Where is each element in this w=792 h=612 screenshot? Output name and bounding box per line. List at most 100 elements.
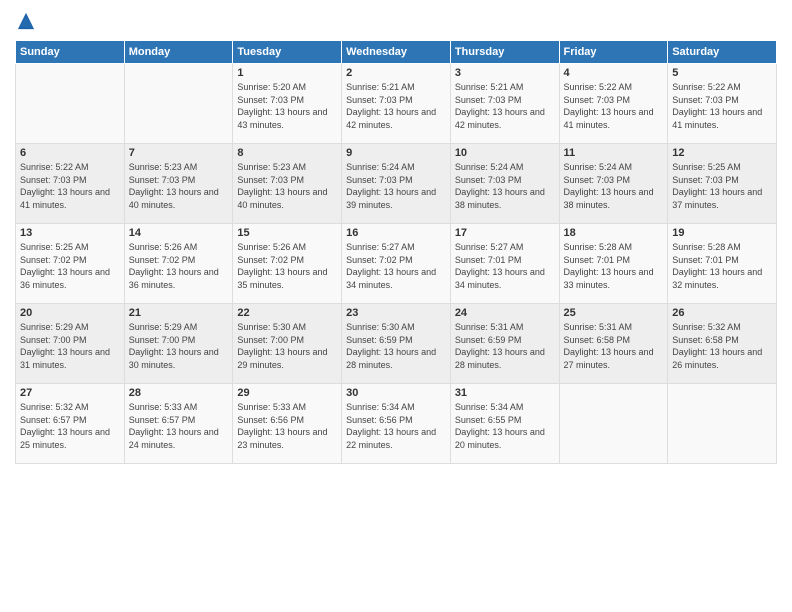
cell-info: Sunrise: 5:27 AMSunset: 7:01 PMDaylight:… <box>455 241 555 291</box>
calendar-cell: 7 Sunrise: 5:23 AMSunset: 7:03 PMDaylight… <box>124 144 233 224</box>
cell-info: Sunrise: 5:22 AMSunset: 7:03 PMDaylight:… <box>20 161 120 211</box>
calendar-week-row: 1 Sunrise: 5:20 AMSunset: 7:03 PMDaylight… <box>16 64 777 144</box>
calendar-cell: 14 Sunrise: 5:26 AMSunset: 7:02 PMDayligh… <box>124 224 233 304</box>
cell-info: Sunrise: 5:30 AMSunset: 7:00 PMDaylight:… <box>237 321 337 371</box>
cell-info: Sunrise: 5:21 AMSunset: 7:03 PMDaylight:… <box>346 81 446 131</box>
cell-info: Sunrise: 5:33 AMSunset: 6:57 PMDaylight:… <box>129 401 229 451</box>
calendar-week-row: 20 Sunrise: 5:29 AMSunset: 7:00 PMDayligh… <box>16 304 777 384</box>
day-number: 10 <box>455 147 555 159</box>
cell-info: Sunrise: 5:29 AMSunset: 7:00 PMDaylight:… <box>129 321 229 371</box>
day-number: 16 <box>346 227 446 239</box>
day-number: 22 <box>237 307 337 319</box>
calendar-cell: 15 Sunrise: 5:26 AMSunset: 7:02 PMDayligh… <box>233 224 342 304</box>
day-number: 6 <box>20 147 120 159</box>
day-number: 20 <box>20 307 120 319</box>
day-number: 12 <box>672 147 772 159</box>
weekday-header: Thursday <box>450 41 559 64</box>
calendar-cell <box>124 64 233 144</box>
cell-info: Sunrise: 5:28 AMSunset: 7:01 PMDaylight:… <box>564 241 664 291</box>
cell-info: Sunrise: 5:25 AMSunset: 7:02 PMDaylight:… <box>20 241 120 291</box>
calendar-table: SundayMondayTuesdayWednesdayThursdayFrid… <box>15 40 777 464</box>
calendar-cell: 19 Sunrise: 5:28 AMSunset: 7:01 PMDayligh… <box>668 224 777 304</box>
weekday-header: Friday <box>559 41 668 64</box>
day-number: 9 <box>346 147 446 159</box>
page: SundayMondayTuesdayWednesdayThursdayFrid… <box>0 0 792 612</box>
calendar-cell: 22 Sunrise: 5:30 AMSunset: 7:00 PMDayligh… <box>233 304 342 384</box>
day-number: 18 <box>564 227 664 239</box>
cell-info: Sunrise: 5:21 AMSunset: 7:03 PMDaylight:… <box>455 81 555 131</box>
calendar-cell: 27 Sunrise: 5:32 AMSunset: 6:57 PMDayligh… <box>16 384 125 464</box>
calendar-cell: 10 Sunrise: 5:24 AMSunset: 7:03 PMDayligh… <box>450 144 559 224</box>
day-number: 25 <box>564 307 664 319</box>
cell-info: Sunrise: 5:31 AMSunset: 6:58 PMDaylight:… <box>564 321 664 371</box>
day-number: 1 <box>237 67 337 79</box>
calendar-cell: 6 Sunrise: 5:22 AMSunset: 7:03 PMDaylight… <box>16 144 125 224</box>
cell-info: Sunrise: 5:28 AMSunset: 7:01 PMDaylight:… <box>672 241 772 291</box>
cell-info: Sunrise: 5:24 AMSunset: 7:03 PMDaylight:… <box>346 161 446 211</box>
cell-info: Sunrise: 5:23 AMSunset: 7:03 PMDaylight:… <box>129 161 229 211</box>
calendar-cell: 17 Sunrise: 5:27 AMSunset: 7:01 PMDayligh… <box>450 224 559 304</box>
day-number: 21 <box>129 307 229 319</box>
weekday-header: Monday <box>124 41 233 64</box>
calendar-cell: 25 Sunrise: 5:31 AMSunset: 6:58 PMDayligh… <box>559 304 668 384</box>
weekday-header: Sunday <box>16 41 125 64</box>
calendar-week-row: 6 Sunrise: 5:22 AMSunset: 7:03 PMDaylight… <box>16 144 777 224</box>
calendar-cell: 16 Sunrise: 5:27 AMSunset: 7:02 PMDayligh… <box>342 224 451 304</box>
calendar-cell: 5 Sunrise: 5:22 AMSunset: 7:03 PMDaylight… <box>668 64 777 144</box>
day-number: 14 <box>129 227 229 239</box>
day-number: 23 <box>346 307 446 319</box>
calendar-cell: 18 Sunrise: 5:28 AMSunset: 7:01 PMDayligh… <box>559 224 668 304</box>
cell-info: Sunrise: 5:22 AMSunset: 7:03 PMDaylight:… <box>672 81 772 131</box>
day-number: 24 <box>455 307 555 319</box>
cell-info: Sunrise: 5:33 AMSunset: 6:56 PMDaylight:… <box>237 401 337 451</box>
day-number: 7 <box>129 147 229 159</box>
calendar-cell: 3Sunrise: 5:21 AMSunset: 7:03 PMDaylight… <box>450 64 559 144</box>
day-number: 11 <box>564 147 664 159</box>
cell-info: Sunrise: 5:26 AMSunset: 7:02 PMDaylight:… <box>129 241 229 291</box>
cell-info: Sunrise: 5:34 AMSunset: 6:56 PMDaylight:… <box>346 401 446 451</box>
day-number: 30 <box>346 387 446 399</box>
weekday-header-row: SundayMondayTuesdayWednesdayThursdayFrid… <box>16 41 777 64</box>
cell-info: Sunrise: 5:23 AMSunset: 7:03 PMDaylight:… <box>237 161 337 211</box>
calendar-cell: 21 Sunrise: 5:29 AMSunset: 7:00 PMDayligh… <box>124 304 233 384</box>
cell-info: Sunrise: 5:24 AMSunset: 7:03 PMDaylight:… <box>455 161 555 211</box>
cell-info: Sunrise: 5:24 AMSunset: 7:03 PMDaylight:… <box>564 161 664 211</box>
weekday-header: Saturday <box>668 41 777 64</box>
day-number: 19 <box>672 227 772 239</box>
day-number: 2 <box>346 67 446 79</box>
calendar-cell <box>668 384 777 464</box>
calendar-cell: 1 Sunrise: 5:20 AMSunset: 7:03 PMDaylight… <box>233 64 342 144</box>
logo-icon <box>15 10 37 32</box>
day-number: 31 <box>455 387 555 399</box>
calendar-cell: 13 Sunrise: 5:25 AMSunset: 7:02 PMDayligh… <box>16 224 125 304</box>
day-number: 15 <box>237 227 337 239</box>
calendar-cell: 30 Sunrise: 5:34 AMSunset: 6:56 PMDayligh… <box>342 384 451 464</box>
calendar-cell <box>559 384 668 464</box>
calendar-cell: 11 Sunrise: 5:24 AMSunset: 7:03 PMDayligh… <box>559 144 668 224</box>
calendar-cell: 12 Sunrise: 5:25 AMSunset: 7:03 PMDayligh… <box>668 144 777 224</box>
cell-info: Sunrise: 5:22 AMSunset: 7:03 PMDaylight:… <box>564 81 664 131</box>
day-number: 4 <box>564 67 664 79</box>
cell-info: Sunrise: 5:20 AMSunset: 7:03 PMDaylight:… <box>237 81 337 131</box>
cell-info: Sunrise: 5:27 AMSunset: 7:02 PMDaylight:… <box>346 241 446 291</box>
day-number: 26 <box>672 307 772 319</box>
day-number: 27 <box>20 387 120 399</box>
cell-info: Sunrise: 5:34 AMSunset: 6:55 PMDaylight:… <box>455 401 555 451</box>
day-number: 17 <box>455 227 555 239</box>
day-number: 5 <box>672 67 772 79</box>
calendar-cell: 8 Sunrise: 5:23 AMSunset: 7:03 PMDaylight… <box>233 144 342 224</box>
weekday-header: Tuesday <box>233 41 342 64</box>
cell-info: Sunrise: 5:25 AMSunset: 7:03 PMDaylight:… <box>672 161 772 211</box>
calendar-cell: 28Sunrise: 5:33 AMSunset: 6:57 PMDayligh… <box>124 384 233 464</box>
cell-info: Sunrise: 5:32 AMSunset: 6:57 PMDaylight:… <box>20 401 120 451</box>
calendar-cell: 29Sunrise: 5:33 AMSunset: 6:56 PMDayligh… <box>233 384 342 464</box>
calendar-cell: 23Sunrise: 5:30 AMSunset: 6:59 PMDayligh… <box>342 304 451 384</box>
cell-info: Sunrise: 5:26 AMSunset: 7:02 PMDaylight:… <box>237 241 337 291</box>
cell-info: Sunrise: 5:31 AMSunset: 6:59 PMDaylight:… <box>455 321 555 371</box>
weekday-header: Wednesday <box>342 41 451 64</box>
calendar-cell: 9 Sunrise: 5:24 AMSunset: 7:03 PMDaylight… <box>342 144 451 224</box>
day-number: 13 <box>20 227 120 239</box>
calendar-cell: 20Sunrise: 5:29 AMSunset: 7:00 PMDayligh… <box>16 304 125 384</box>
calendar-week-row: 27 Sunrise: 5:32 AMSunset: 6:57 PMDayligh… <box>16 384 777 464</box>
day-number: 8 <box>237 147 337 159</box>
